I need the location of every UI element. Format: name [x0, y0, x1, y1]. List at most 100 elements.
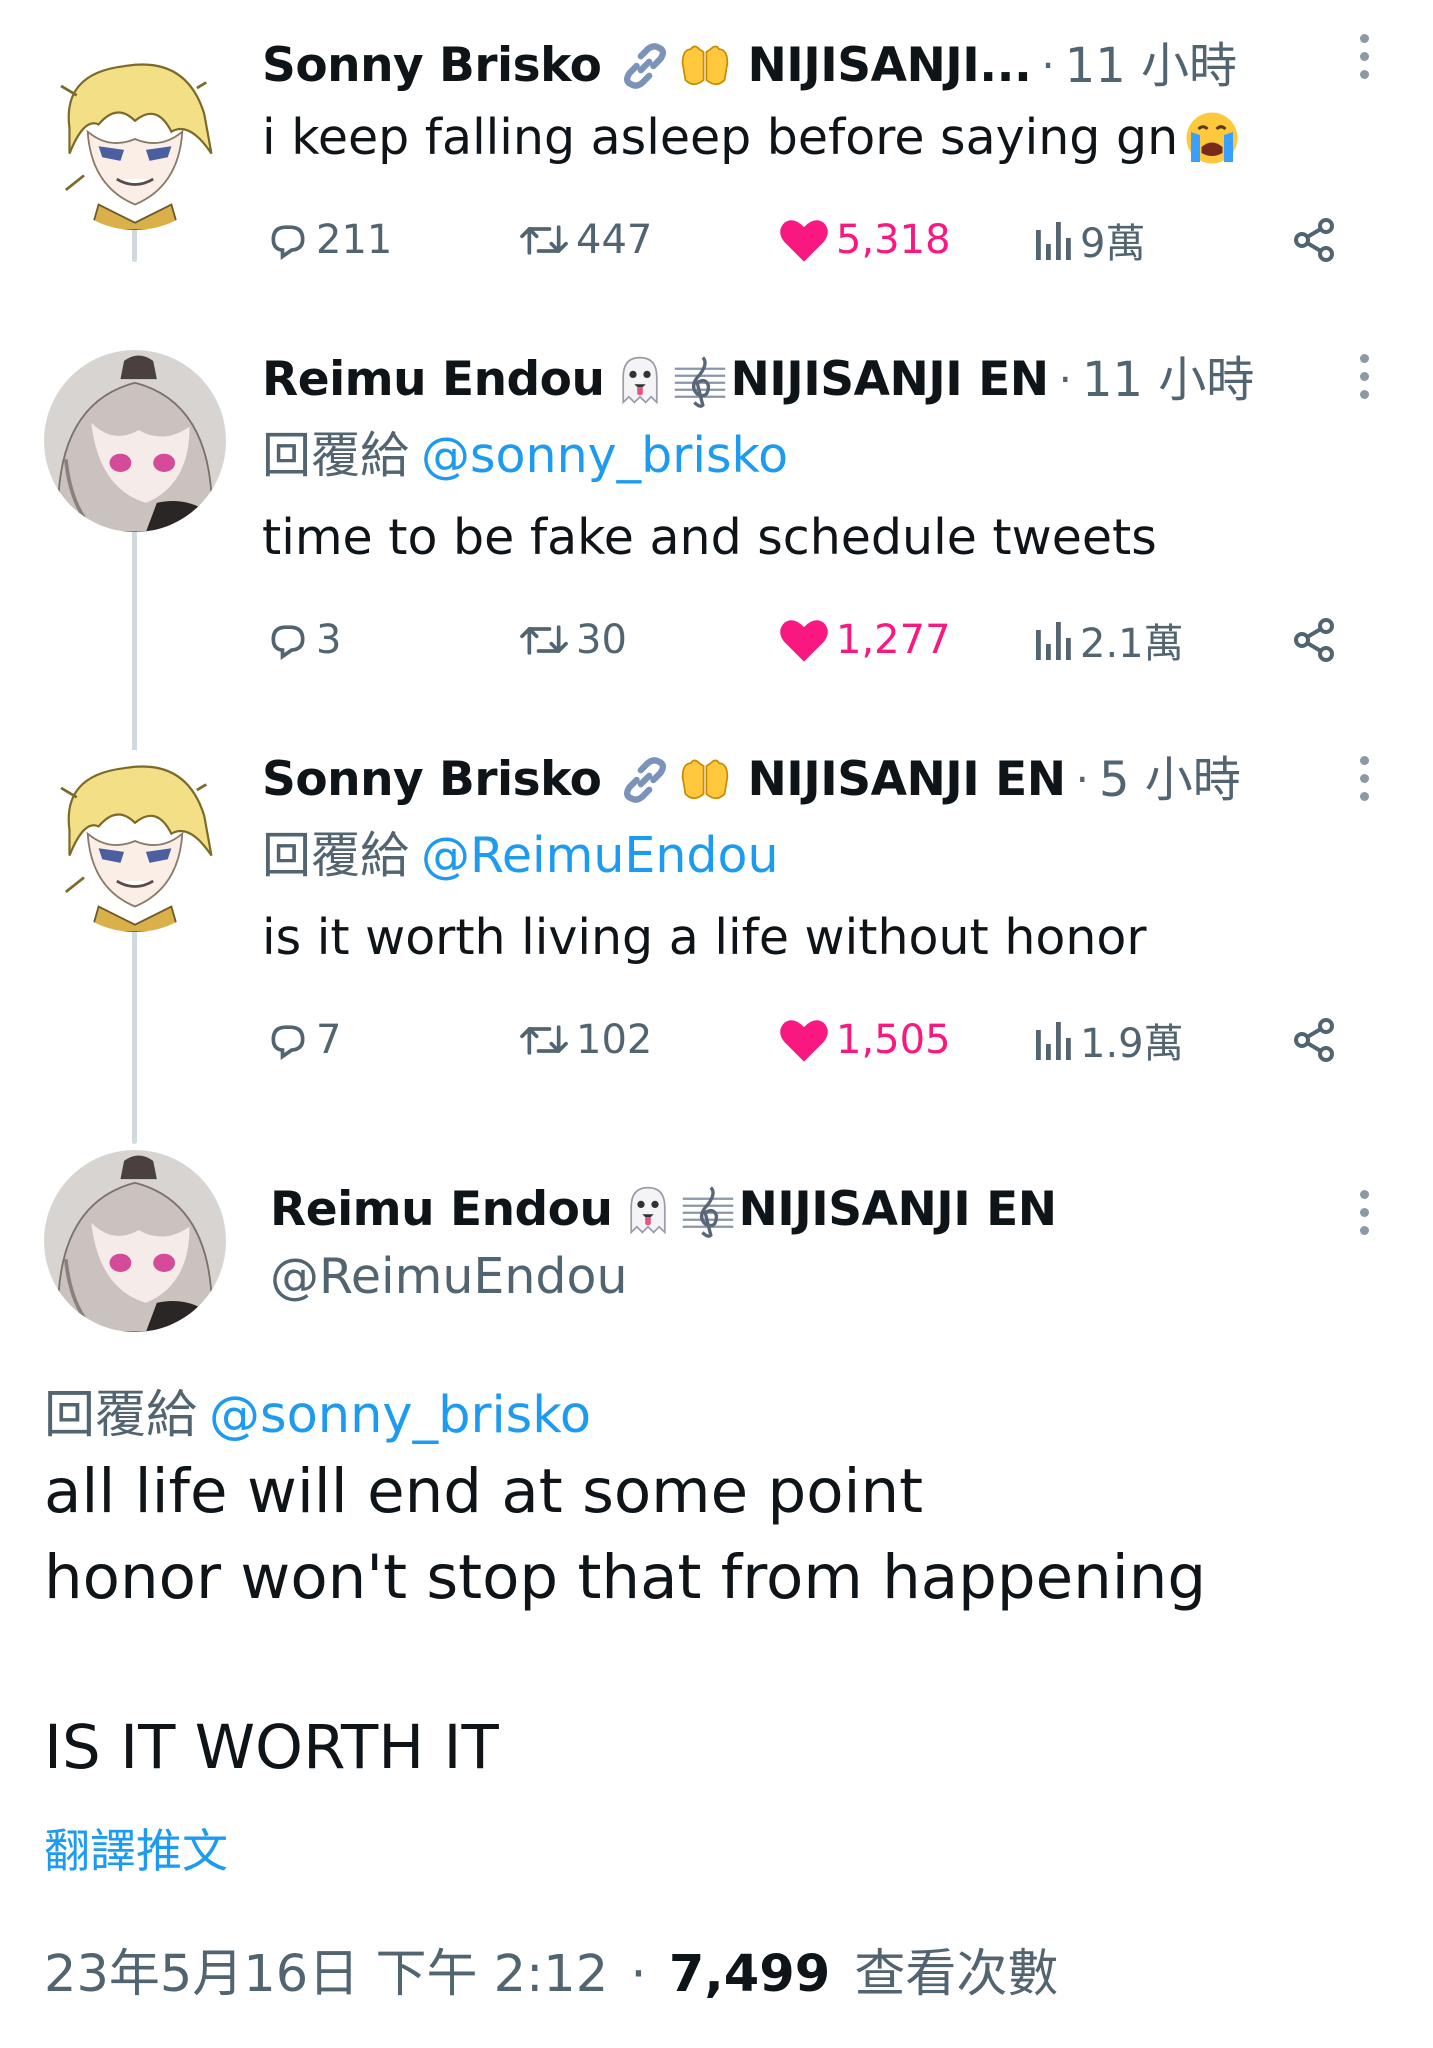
avatar-sonny[interactable] — [44, 48, 226, 230]
avatar-sonny[interactable] — [44, 750, 226, 932]
heart-icon — [780, 220, 828, 262]
org-name: NIJISANJI EN — [730, 352, 1049, 407]
share-button[interactable] — [1290, 1010, 1338, 1070]
treble-clef-emoji — [680, 1182, 736, 1238]
repost-count: 30 — [576, 617, 627, 663]
reply-label: 回覆給 — [262, 427, 410, 484]
like-button[interactable]: 1,505 — [778, 1010, 951, 1070]
views-icon — [1036, 622, 1071, 660]
author-name[interactable]: Reimu Endou — [270, 1180, 613, 1240]
link-icon — [617, 38, 673, 94]
reply-icon — [271, 1025, 305, 1061]
tweet-text-row: i keep falling asleep before saying gn — [262, 108, 1244, 168]
mention-link[interactable]: @sonny_brisko — [209, 1386, 591, 1445]
views-icon — [1036, 1022, 1071, 1060]
views-button[interactable]: 9萬 — [1034, 210, 1145, 270]
org-name: NIJISANJI... — [747, 38, 1032, 93]
reply-count: 7 — [316, 1017, 342, 1063]
tweet-header: Sonny Brisko NIJISANJI EN · 5 小時 — [262, 750, 1241, 810]
crying-emoji — [1182, 108, 1242, 168]
reply-label: 回覆給 — [262, 827, 410, 884]
separator: · — [1058, 355, 1072, 404]
repost-icon — [520, 1025, 568, 1055]
hands-emoji — [677, 38, 733, 94]
separator: · — [1075, 755, 1089, 804]
heart-icon — [780, 620, 828, 662]
views-button[interactable]: 2.1萬 — [1034, 610, 1184, 670]
tweet-header: Sonny Brisko NIJISANJI... · 11 小時 — [262, 36, 1237, 96]
separator: · — [630, 1945, 647, 2004]
reply-context: 回覆給 @ReimuEndou — [262, 826, 779, 886]
timestamp[interactable]: 11 小時 — [1082, 350, 1254, 410]
views-count: 9萬 — [1080, 221, 1146, 267]
repost-button[interactable]: 447 — [518, 210, 652, 270]
repost-icon — [520, 225, 568, 255]
author-name[interactable]: Sonny Brisko — [262, 36, 602, 96]
org-name: NIJISANJI EN — [738, 1182, 1057, 1237]
tweet-text: time to be fake and schedule tweets — [262, 509, 1157, 566]
like-button[interactable]: 1,277 — [778, 610, 951, 670]
reply-icon — [271, 625, 305, 661]
timestamp[interactable]: 11 小時 — [1065, 36, 1237, 96]
main-header: Reimu Endou NIJISANJI EN — [270, 1180, 1057, 1240]
views-label: 查看次數 — [854, 1945, 1059, 2004]
tweet-header: Reimu Endou NIJISANJI EN · 11 小時 — [262, 350, 1254, 410]
tweet-text-line: honor won't stop that from happening — [44, 1542, 1207, 1613]
author-name[interactable]: Reimu Endou — [262, 350, 605, 410]
reply-icon — [271, 225, 305, 261]
heart-icon — [780, 1020, 828, 1062]
reply-count: 211 — [316, 217, 393, 263]
ghost-emoji — [612, 352, 668, 408]
timestamp[interactable]: 5 小時 — [1099, 750, 1241, 810]
hands-emoji — [677, 752, 733, 808]
reply-context: 回覆給 @sonny_brisko — [262, 426, 788, 486]
views-count: 7,499 — [668, 1945, 831, 2004]
tweet-text-line: IS IT WORTH IT — [44, 1712, 499, 1783]
reply-count: 3 — [316, 617, 342, 663]
repost-button[interactable]: 30 — [518, 610, 627, 670]
tweet-text-line: all life will end at some point — [44, 1456, 924, 1527]
mention-link[interactable]: @sonny_brisko — [421, 427, 788, 484]
share-icon — [1294, 1018, 1334, 1062]
share-button[interactable] — [1290, 610, 1338, 670]
author-name[interactable]: Sonny Brisko — [262, 750, 602, 810]
tweet-text: i keep falling asleep before saying gn — [262, 109, 1179, 166]
more-icon[interactable] — [1357, 756, 1371, 801]
tweet-1[interactable]: Sonny Brisko NIJISANJI... · 11 小時 i keep… — [0, 0, 1433, 300]
org-name: NIJISANJI EN — [747, 752, 1066, 807]
tweet-actions: 211 447 5,318 9萬 — [262, 210, 1352, 270]
avatar-reimu[interactable] — [44, 350, 226, 532]
tweet-meta: 23年5月16日 下午 2:12 · 7,499 查看次數 — [44, 1932, 1058, 2006]
views-count: 2.1萬 — [1080, 621, 1184, 667]
more-icon[interactable] — [1357, 34, 1371, 79]
tweet-actions: 3 30 1,277 2.1萬 — [262, 610, 1352, 670]
more-icon[interactable] — [1357, 354, 1371, 399]
repost-count: 102 — [576, 1017, 653, 1063]
repost-icon — [520, 625, 568, 655]
separator: · — [1041, 41, 1055, 90]
reply-button[interactable]: 3 — [266, 610, 341, 670]
ghost-emoji — [620, 1182, 676, 1238]
reply-button[interactable]: 7 — [266, 1010, 341, 1070]
views-count: 1.9萬 — [1080, 1021, 1184, 1067]
reply-button[interactable]: 211 — [266, 210, 392, 270]
translate-link[interactable]: 翻譯推文 — [44, 1815, 228, 1881]
like-count: 5,318 — [836, 217, 951, 263]
more-icon[interactable] — [1357, 1190, 1371, 1235]
tweet-actions: 7 102 1,505 1.9萬 — [262, 1010, 1352, 1070]
views-button[interactable]: 1.9萬 — [1034, 1010, 1184, 1070]
mention-link[interactable]: @ReimuEndou — [421, 827, 779, 884]
like-count: 1,277 — [836, 617, 951, 663]
thread-line — [132, 908, 137, 1144]
author-handle[interactable]: @ReimuEndou — [270, 1248, 628, 1305]
reply-label: 回覆給 — [44, 1386, 198, 1445]
avatar-reimu[interactable] — [44, 1150, 226, 1332]
repost-button[interactable]: 102 — [518, 1010, 652, 1070]
repost-count: 447 — [576, 217, 653, 263]
share-button[interactable] — [1290, 210, 1338, 270]
views-icon — [1036, 222, 1071, 260]
like-count: 1,505 — [836, 1017, 951, 1063]
post-date[interactable]: 23年5月16日 下午 2:12 — [44, 1945, 608, 2004]
like-button[interactable]: 5,318 — [778, 210, 951, 270]
link-icon — [617, 752, 673, 808]
